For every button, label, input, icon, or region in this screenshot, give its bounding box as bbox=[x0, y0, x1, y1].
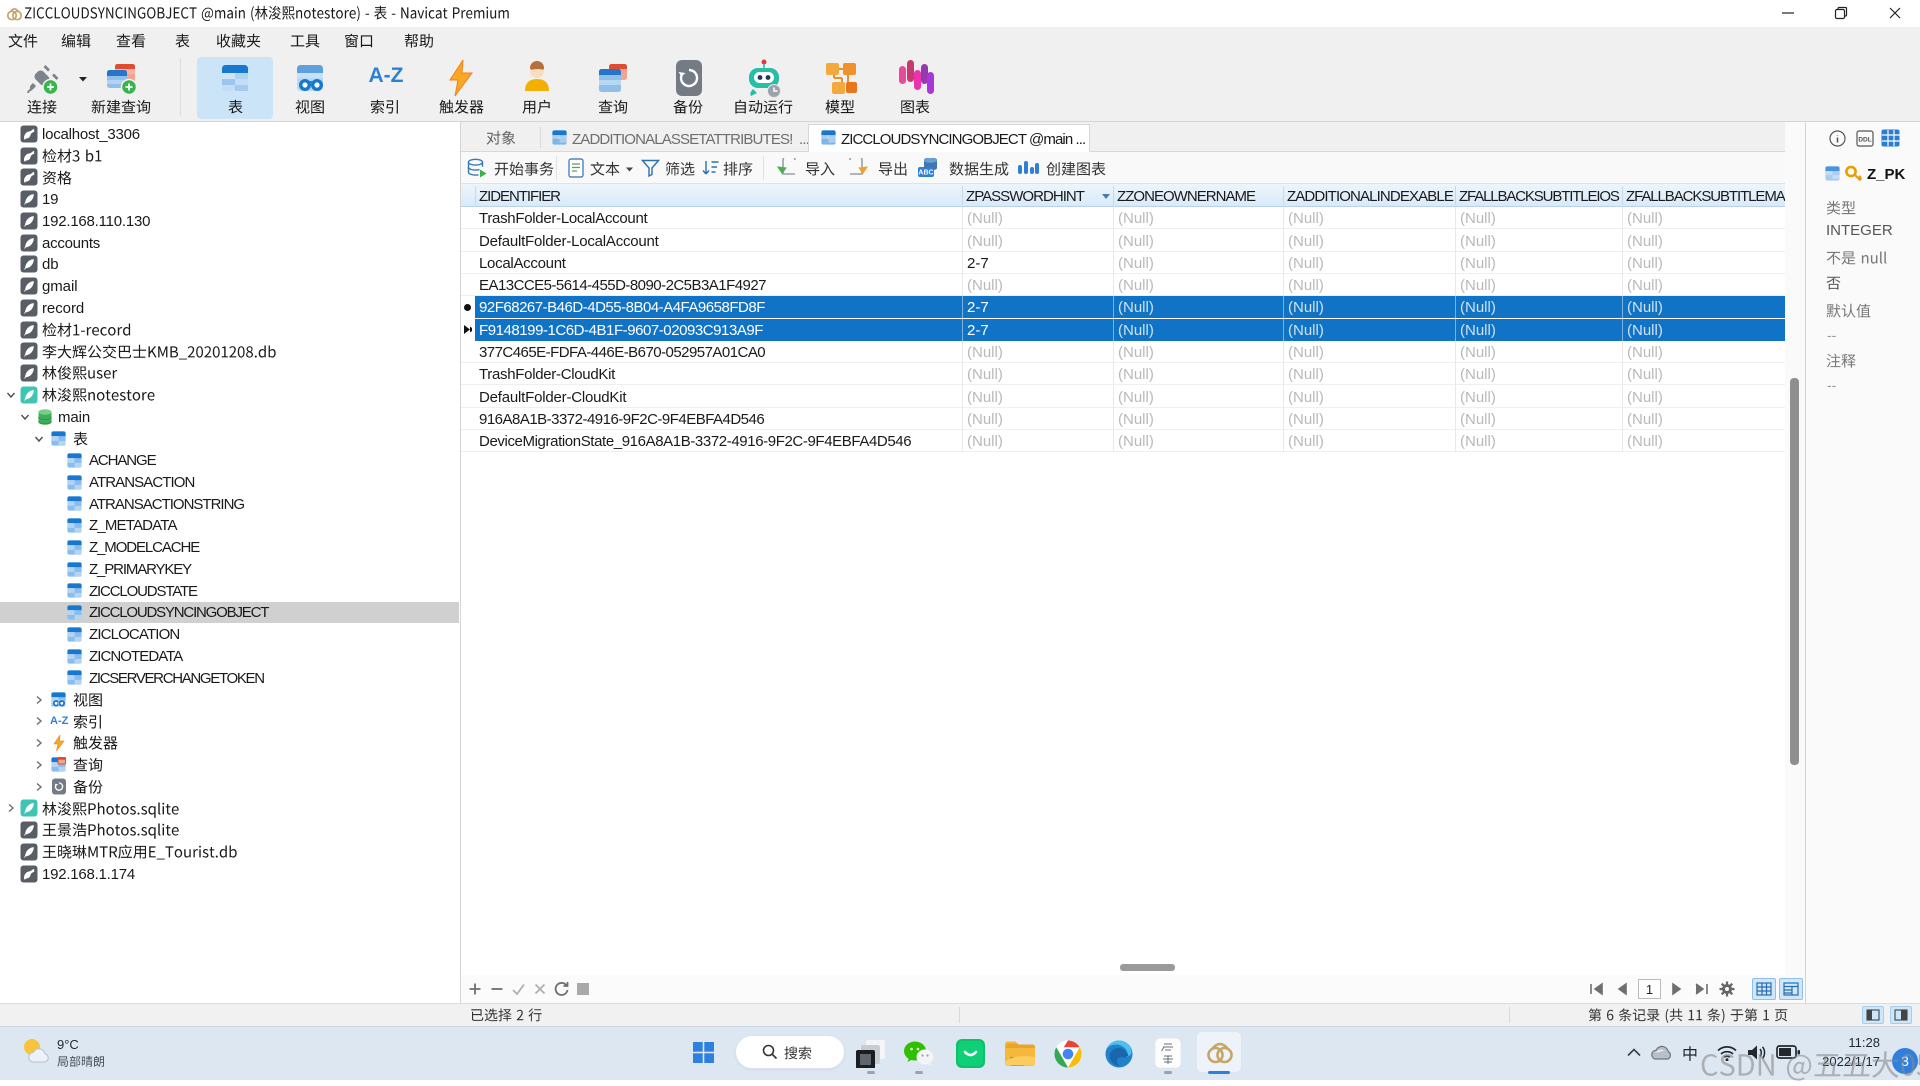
svg-text:DDL: DDL bbox=[1858, 137, 1871, 144]
svg-text:ABC: ABC bbox=[918, 170, 933, 177]
